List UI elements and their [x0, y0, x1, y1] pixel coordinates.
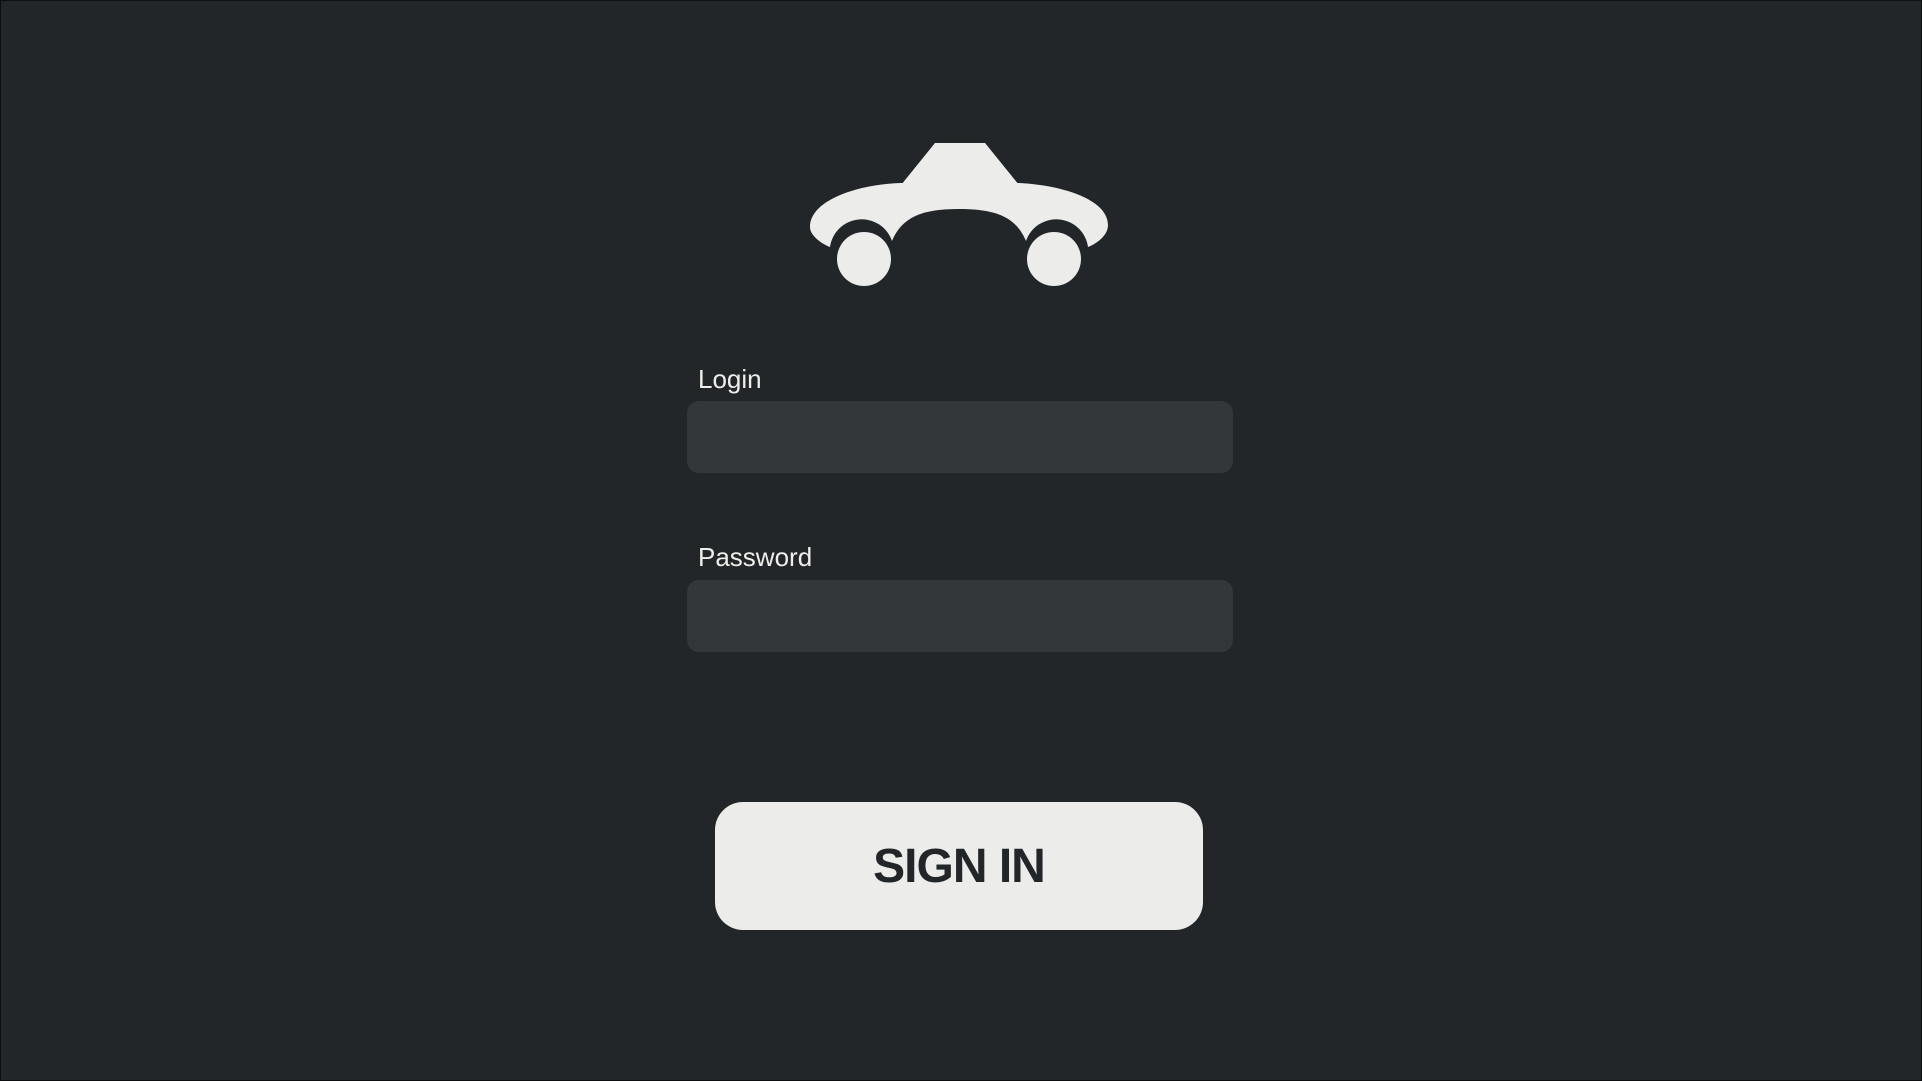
login-screen: Login Password SIGN IN — [0, 0, 1922, 1081]
password-input[interactable] — [687, 580, 1233, 652]
login-input[interactable] — [687, 401, 1233, 473]
car-icon — [810, 143, 1108, 286]
login-label: Login — [698, 364, 762, 394]
sign-in-button[interactable]: SIGN IN — [715, 802, 1203, 930]
password-label: Password — [698, 542, 813, 572]
